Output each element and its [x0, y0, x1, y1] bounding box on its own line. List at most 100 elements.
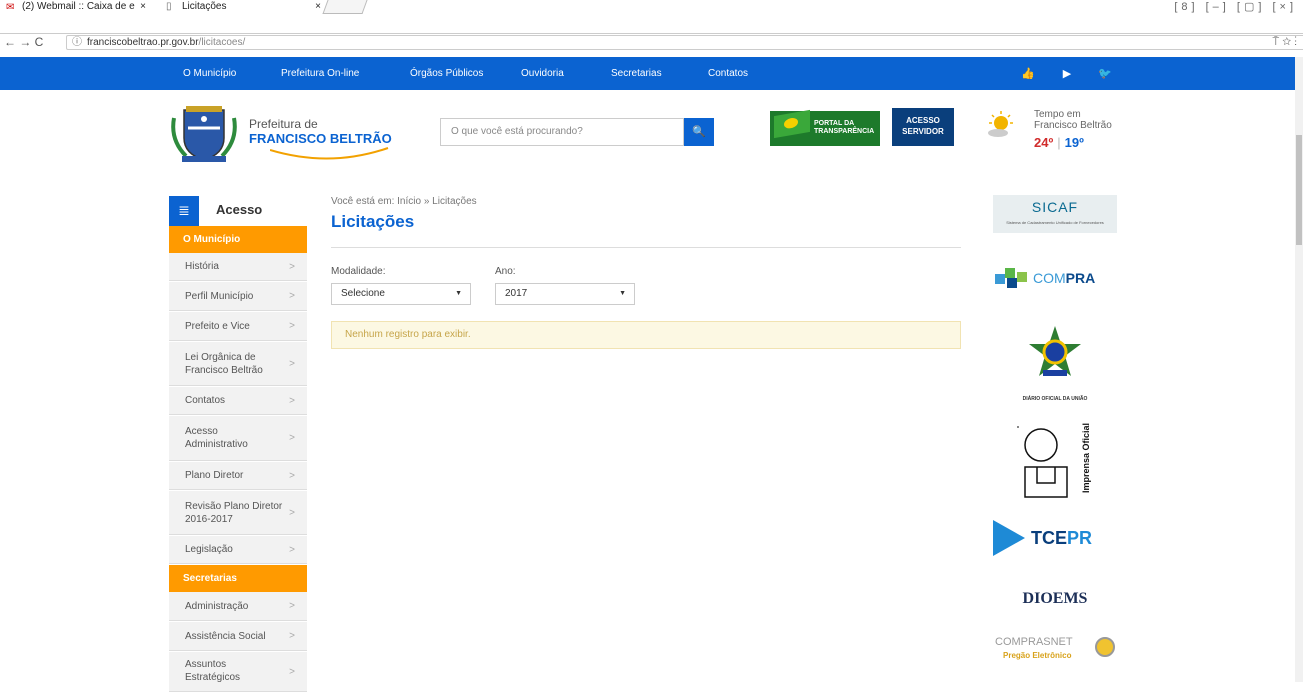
compra-text1: COM [1033, 270, 1066, 286]
sidebar-section-secretarias: Secretarias [169, 565, 307, 592]
sidebar-item-label: Perfil Município [185, 290, 254, 302]
search-icon: 🔍 [692, 126, 706, 138]
sicaf-logo[interactable]: SICAF Sistema de Cadastramento Unificado… [993, 195, 1117, 233]
sidebar-item-label: Assuntos Estratégicos [185, 659, 241, 683]
sidebar-item-plano-diretor[interactable]: Plano Diretor > [169, 462, 307, 490]
dioems-logo[interactable]: DIOEMS [993, 584, 1117, 614]
city-crest-logo[interactable] [170, 104, 238, 166]
sidebar-item-revisao-plano[interactable]: Revisão Plano Diretor 2016-2017 > [169, 491, 307, 535]
search-button[interactable]: 🔍 [684, 118, 714, 146]
ano-label: Ano: [495, 266, 516, 277]
weather-sun-icon [988, 111, 1013, 137]
info-icon[interactable]: ⓘ [72, 36, 82, 49]
navigation-buttons[interactable]: ← → C [4, 34, 43, 50]
nav-orgaos-publicos[interactable]: Órgãos Públicos [410, 57, 483, 90]
sidebar-item-label: Plano Diretor [185, 470, 244, 481]
chevron-right-icon: > [289, 630, 295, 642]
address-bar: ← → C ⓘ franciscobeltrao.pr.gov.br/licit… [0, 34, 1303, 50]
addr-right-icons[interactable]: ⍑ ☆ ⋮ [1273, 34, 1297, 50]
empty-notice: Nenhum registro para exibir. [331, 321, 961, 349]
temp-low: 19º [1064, 135, 1084, 150]
sidebar-title: Acesso [216, 202, 263, 217]
coin-icon [1095, 637, 1115, 657]
sidebar-item-historia[interactable]: História > [169, 253, 307, 281]
browser-tab-bar: ✉ (2) Webmail :: Caixa de e × ▯ Licitaçõ… [0, 0, 1303, 34]
diario-oficial-uniao-logo[interactable]: DIÁRIO OFICIAL DA UNIÃO [993, 324, 1117, 402]
url-path: /licitacoes/ [198, 37, 246, 48]
chevron-right-icon: > [289, 432, 295, 444]
webmail-favicon-icon: ✉ [6, 2, 15, 13]
tab-licitacoes[interactable]: ▯ Licitações × [160, 0, 325, 14]
chevron-right-icon: > [289, 320, 295, 332]
ano-select[interactable]: 2017 ▼ [495, 283, 635, 305]
sidebar-item-lei-organica[interactable]: Lei Orgânica de Francisco Beltrão > [169, 342, 307, 386]
compra-text2: PRA [1065, 270, 1096, 286]
sidebar-item-label: Acesso Administrativo [185, 426, 248, 450]
modalidade-label: Modalidade: [331, 266, 386, 277]
window-controls[interactable]: [8] [–] [▢] [×] [1174, 0, 1297, 13]
scrollbar-thumb[interactable] [1296, 135, 1302, 245]
tab-licitacoes-label: Licitações [182, 1, 227, 12]
brand-line2[interactable]: FRANCISCO BELTRÃO [249, 131, 392, 146]
sidebar-item-prefeito[interactable]: Prefeito e Vice > [169, 312, 307, 341]
nav-contatos[interactable]: Contatos [708, 57, 748, 90]
weather-label: Tempo em Francisco Beltrão [1034, 109, 1134, 131]
sidebar-item-assuntos[interactable]: Assuntos Estratégicos > [169, 652, 307, 692]
modalidade-value: Selecione [341, 288, 385, 299]
chevron-right-icon: > [289, 395, 295, 406]
nav-prefeitura-online[interactable]: Prefeitura On-line [281, 57, 359, 90]
youtube-icon[interactable]: ▶ [1052, 63, 1082, 85]
menu-icon[interactable]: ≣ [169, 196, 199, 226]
search-input[interactable]: O que você está procurando? [440, 118, 684, 146]
chevron-right-icon: > [289, 290, 295, 302]
tce-text2: PR [1067, 528, 1093, 548]
sidebar-item-label: Legislação [185, 544, 233, 555]
page-title: Licitações [331, 212, 415, 231]
weather-label-line2: Francisco Beltrão [1034, 120, 1112, 131]
sidebar-item-assistencia[interactable]: Assistência Social > [169, 622, 307, 651]
weather-temps: 24º | 19º [1034, 136, 1084, 150]
modalidade-select[interactable]: Selecione ▼ [331, 283, 471, 305]
url-field[interactable]: ⓘ franciscobeltrao.pr.gov.br/licitacoes/ [66, 35, 1303, 50]
acesso-servidor-button[interactable]: ACESSO SERVIDOR [892, 108, 954, 146]
dou-text: DIÁRIO OFICIAL DA UNIÃO [1022, 396, 1088, 402]
twitter-icon[interactable]: 🐦 [1090, 63, 1120, 85]
top-navigation: O Município Prefeitura On-line Órgãos Pú… [0, 57, 1295, 90]
nav-secretarias[interactable]: Secretarias [611, 57, 662, 90]
comprasnet-text1: COMPRASNET [995, 636, 1073, 648]
nav-o-municipio[interactable]: O Município [183, 57, 236, 90]
brazil-coat-of-arms-icon [1029, 326, 1081, 376]
sicaf-subtitle: Sistema de Cadastramento Unificado de Fo… [1006, 220, 1104, 225]
sidebar-item-contatos[interactable]: Contatos > [169, 387, 307, 415]
sicaf-text: SICAF [1031, 199, 1079, 215]
sidebar-item-label: História [185, 261, 219, 272]
sidebar-header: ≣ Acesso [169, 196, 307, 226]
sidebar-item-label: Prefeito e Vice [185, 320, 250, 332]
acesso-line2: SERVIDOR [902, 127, 944, 136]
imprensa-oficial-logo[interactable]: Imprensa Oficial [993, 423, 1117, 501]
sidebar-item-perfil[interactable]: Perfil Município > [169, 282, 307, 311]
sidebar-item-label: Administração [185, 600, 249, 612]
sidebar-item-label: Revisão Plano Diretor 2016-2017 [185, 500, 283, 525]
nav-ouvidoria[interactable]: Ouvidoria [521, 57, 564, 90]
sidebar-item-legislacao[interactable]: Legislação > [169, 536, 307, 564]
new-tab-button[interactable] [322, 0, 368, 14]
portal-transparencia-button[interactable]: PORTAL DA TRANSPARÊNCIA [770, 109, 880, 146]
page-scrollbar[interactable] [1295, 57, 1303, 682]
sidebar-item-administracao[interactable]: Administração > [169, 592, 307, 621]
brazil-flag-icon [774, 109, 810, 139]
acesso-line1: ACESSO [906, 116, 940, 125]
compra-parana-logo[interactable]: COMPRA [993, 262, 1117, 294]
tab-close-icon[interactable]: × [315, 0, 321, 14]
sidebar-item-acesso-admin[interactable]: Acesso Administrativo > [169, 416, 307, 461]
portal-line1: PORTAL DA [814, 120, 855, 127]
comprasnet-logo[interactable]: COMPRASNET Pregão Eletrônico [993, 632, 1117, 668]
tab-close-icon[interactable]: × [140, 0, 146, 14]
sidebar-item-label: Contatos [185, 395, 226, 406]
tce-text1: TCE [1031, 528, 1067, 548]
tce-pr-logo[interactable]: TCEPR [993, 518, 1117, 558]
page-favicon-icon: ▯ [166, 1, 172, 12]
thumbs-up-icon[interactable]: 👍 [1013, 63, 1043, 85]
breadcrumb[interactable]: Você está em: Início » Licitações [331, 196, 477, 207]
tab-webmail[interactable]: ✉ (2) Webmail :: Caixa de e × [0, 0, 150, 14]
